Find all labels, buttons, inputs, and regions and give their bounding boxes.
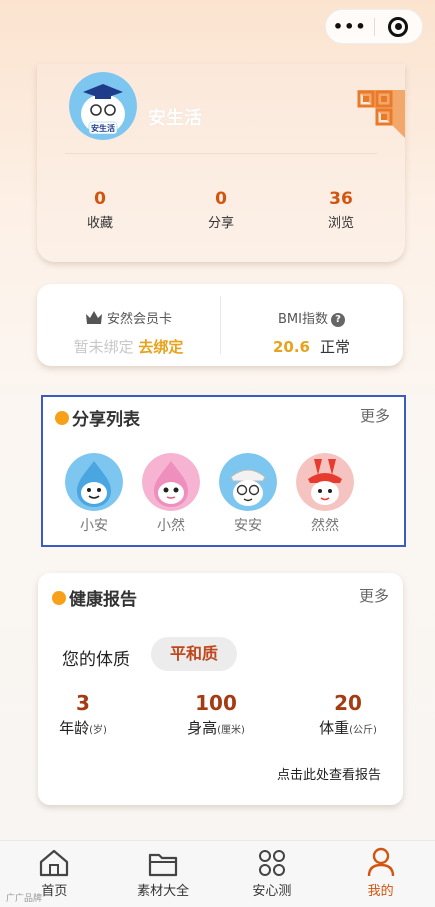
member-card-label: 安然会员卡 xyxy=(106,312,172,327)
miniprogram-capsule: ••• xyxy=(325,9,423,44)
avatar xyxy=(219,453,277,511)
crown-icon xyxy=(85,311,102,324)
bullet-dot xyxy=(55,410,69,425)
tab-materials[interactable]: 素材大全 xyxy=(109,841,218,907)
member-bind-row: 暂未绑定 去绑定 xyxy=(37,336,220,357)
grid-icon xyxy=(218,847,327,877)
constitution-badge: 平和质 xyxy=(151,637,237,671)
watermark: 广广品牌 xyxy=(6,894,43,904)
stat-value: 0 xyxy=(94,189,106,209)
metric-label: 身高(厘米) xyxy=(187,719,245,737)
metric-value: 3 xyxy=(76,691,90,715)
share-list-label: 分享列表 xyxy=(72,410,140,430)
metric-weight: 20 体重(公斤) xyxy=(293,691,403,738)
share-list-title: 分享列表 xyxy=(55,405,140,430)
constitution-label: 您的体质 xyxy=(62,650,130,670)
metric-unit: (厘米) xyxy=(217,725,245,736)
more-dots-icon[interactable]: ••• xyxy=(326,17,374,36)
person-icon xyxy=(326,847,435,877)
target-icon xyxy=(388,16,409,37)
share-member-xiaoan[interactable]: 小安 xyxy=(63,453,125,535)
bind-button[interactable]: 去绑定 xyxy=(138,338,183,356)
metric-height: 100 身高(厘米) xyxy=(161,691,271,738)
avatar xyxy=(65,453,123,511)
metric-label: 体重(公斤) xyxy=(319,719,377,737)
bmi-section[interactable]: BMI指数? 20.6 正常 xyxy=(220,284,403,366)
bmi-status: 正常 xyxy=(320,338,351,356)
avatar[interactable]: 安生活 xyxy=(69,72,137,140)
share-list-more-link[interactable]: 更多 xyxy=(360,405,390,426)
tab-label: 安心测 xyxy=(252,884,292,899)
avatar xyxy=(142,453,200,511)
stat-shares[interactable]: 0 分享 xyxy=(176,189,266,231)
metric-unit: (公斤) xyxy=(349,725,377,736)
bmi-label: BMI指数 xyxy=(278,312,328,327)
metric-label: 年龄(岁) xyxy=(59,719,107,737)
tab-label: 我的 xyxy=(367,884,394,899)
health-report-card: 健康报告 更多 您的体质 平和质 3 年龄(岁) 100 身高(厘米) 20 体… xyxy=(38,573,403,805)
bottom-tab-bar: 首页 素材大全 安心测 我的 xyxy=(0,840,435,907)
tab-mine[interactable]: 我的 xyxy=(326,841,435,907)
profile-divider xyxy=(65,153,377,154)
member-name: 安安 xyxy=(234,518,262,534)
share-member-ranran[interactable]: 然然 xyxy=(294,453,356,535)
member-name: 小然 xyxy=(157,518,185,534)
home-icon xyxy=(0,847,109,877)
stat-favorites[interactable]: 0 收藏 xyxy=(55,189,145,231)
metric-value: 100 xyxy=(195,691,237,715)
health-report-more-link[interactable]: 更多 xyxy=(359,585,389,606)
help-icon[interactable]: ? xyxy=(330,313,345,327)
health-report-label: 健康报告 xyxy=(69,590,137,610)
view-report-link[interactable]: 点击此处查看报告 xyxy=(277,764,381,783)
metric-unit: (岁) xyxy=(89,725,107,736)
avatar-label: 安生活 xyxy=(91,123,115,133)
health-report-title: 健康报告 xyxy=(52,585,137,610)
folder-icon xyxy=(109,847,218,877)
share-member-anan[interactable]: 安安 xyxy=(217,453,279,535)
avatar xyxy=(296,453,354,511)
stat-label: 分享 xyxy=(207,216,234,231)
membership-card: 安然会员卡 暂未绑定 去绑定 BMI指数? 20.6 正常 xyxy=(37,284,403,366)
qr-code-icon[interactable] xyxy=(357,90,405,138)
tab-test[interactable]: 安心测 xyxy=(218,841,327,907)
member-card-section[interactable]: 安然会员卡 暂未绑定 去绑定 xyxy=(37,284,220,366)
tab-label: 素材大全 xyxy=(137,884,190,899)
member-name: 小安 xyxy=(80,518,108,534)
stat-views[interactable]: 36 浏览 xyxy=(296,189,386,231)
stat-value: 36 xyxy=(329,189,353,209)
metric-value: 20 xyxy=(334,691,362,715)
metric-age: 3 年龄(岁) xyxy=(28,691,138,738)
share-list-card: 分享列表 更多 小安 小然 安安 然然 xyxy=(41,395,406,547)
bmi-row: 20.6 正常 xyxy=(220,336,403,357)
stat-value: 0 xyxy=(215,189,227,209)
share-member-xiaoran[interactable]: 小然 xyxy=(140,453,202,535)
username: 安生活 xyxy=(148,108,202,129)
close-capsule-button[interactable] xyxy=(374,16,422,37)
bind-status: 暂未绑定 xyxy=(73,338,134,356)
stat-label: 浏览 xyxy=(327,216,354,231)
profile-card: 安生活 安生活 0 收藏 0 分享 36 浏览 xyxy=(37,64,405,262)
bmi-value: 20.6 xyxy=(272,338,310,356)
bmi-title: BMI指数? xyxy=(220,308,403,327)
bullet-dot xyxy=(52,590,66,605)
member-card-title: 安然会员卡 xyxy=(37,308,220,327)
stat-label: 收藏 xyxy=(86,216,113,231)
member-name: 然然 xyxy=(311,518,339,534)
